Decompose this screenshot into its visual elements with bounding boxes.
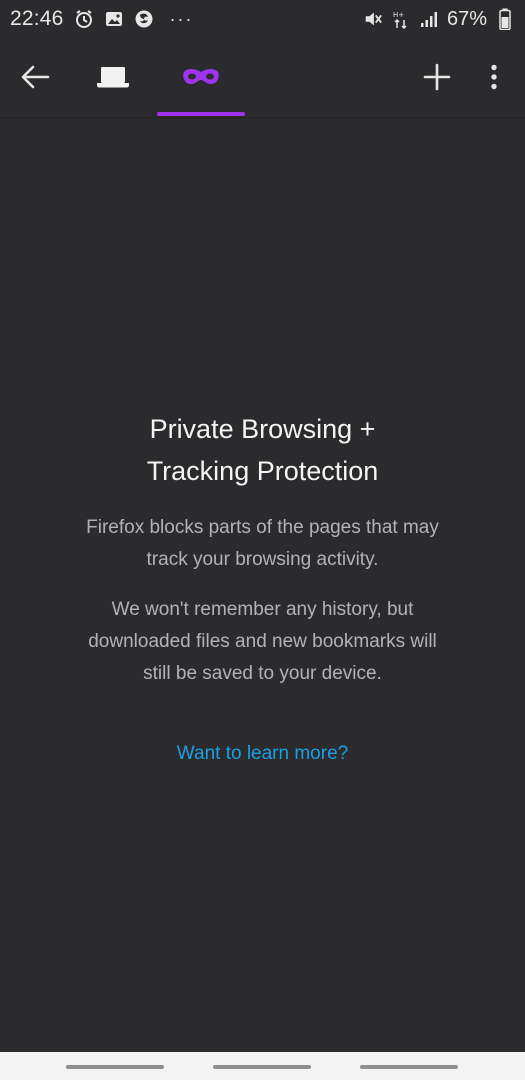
battery-icon bbox=[495, 8, 515, 30]
history-description: We won't remember any history, but downl… bbox=[50, 594, 475, 690]
active-tab-indicator bbox=[157, 112, 245, 116]
arrow-left-icon bbox=[21, 65, 50, 89]
history-description-line-2: downloaded files and new bookmarks will bbox=[88, 631, 437, 652]
nav-recents-button[interactable] bbox=[66, 1065, 164, 1069]
plus-icon bbox=[423, 63, 451, 91]
private-browsing-info: Private Browsing + Tracking Protection F… bbox=[0, 118, 525, 1052]
private-browsing-screen: 22:46 ··· H+ 67% Private Browsing + Trac… bbox=[0, 0, 525, 1080]
status-bar: 22:46 ··· H+ 67% bbox=[0, 0, 525, 38]
overflow-menu-button[interactable] bbox=[474, 38, 514, 116]
nav-home-button[interactable] bbox=[213, 1065, 311, 1069]
new-private-tab-button[interactable] bbox=[412, 38, 462, 116]
tabs-toolbar bbox=[0, 38, 525, 118]
back-button[interactable] bbox=[10, 38, 60, 116]
status-time: 22:46 bbox=[10, 7, 64, 30]
nav-back-button[interactable] bbox=[360, 1065, 458, 1069]
battery-percentage: 67% bbox=[446, 7, 487, 30]
system-navigation-bar bbox=[0, 1052, 525, 1080]
kebab-menu-icon bbox=[491, 64, 497, 90]
signal-icon bbox=[419, 9, 439, 29]
more-notifications-icon: ··· bbox=[169, 8, 194, 29]
history-description-line-1: We won't remember any history, but bbox=[111, 599, 414, 620]
title-line-2: Tracking Protection bbox=[146, 456, 379, 486]
mute-icon bbox=[363, 9, 383, 29]
firefox-icon bbox=[134, 9, 154, 29]
status-left: 22:46 ··· bbox=[10, 7, 194, 31]
tab-private-browsing[interactable] bbox=[157, 38, 245, 116]
tracking-description: Firefox blocks parts of the pages that m… bbox=[50, 512, 475, 576]
laptop-icon bbox=[97, 67, 129, 88]
data-arrows-icon: H+ bbox=[391, 9, 411, 29]
gallery-icon bbox=[104, 9, 124, 29]
svg-text:H+: H+ bbox=[393, 11, 404, 19]
history-description-line-3: still be saved to your device. bbox=[143, 663, 382, 684]
learn-more-link[interactable]: Want to learn more? bbox=[100, 738, 425, 770]
tab-normal-browsing[interactable] bbox=[82, 38, 144, 116]
page-title: Private Browsing + Tracking Protection bbox=[40, 408, 485, 492]
private-mask-icon bbox=[183, 69, 219, 84]
alarm-icon bbox=[74, 9, 94, 29]
status-right: H+ 67% bbox=[363, 8, 515, 31]
tracking-description-line-1: Firefox blocks parts of the pages that m… bbox=[86, 517, 439, 538]
tracking-description-line-2: track your browsing activity. bbox=[146, 549, 379, 570]
title-line-1: Private Browsing + bbox=[149, 414, 376, 444]
